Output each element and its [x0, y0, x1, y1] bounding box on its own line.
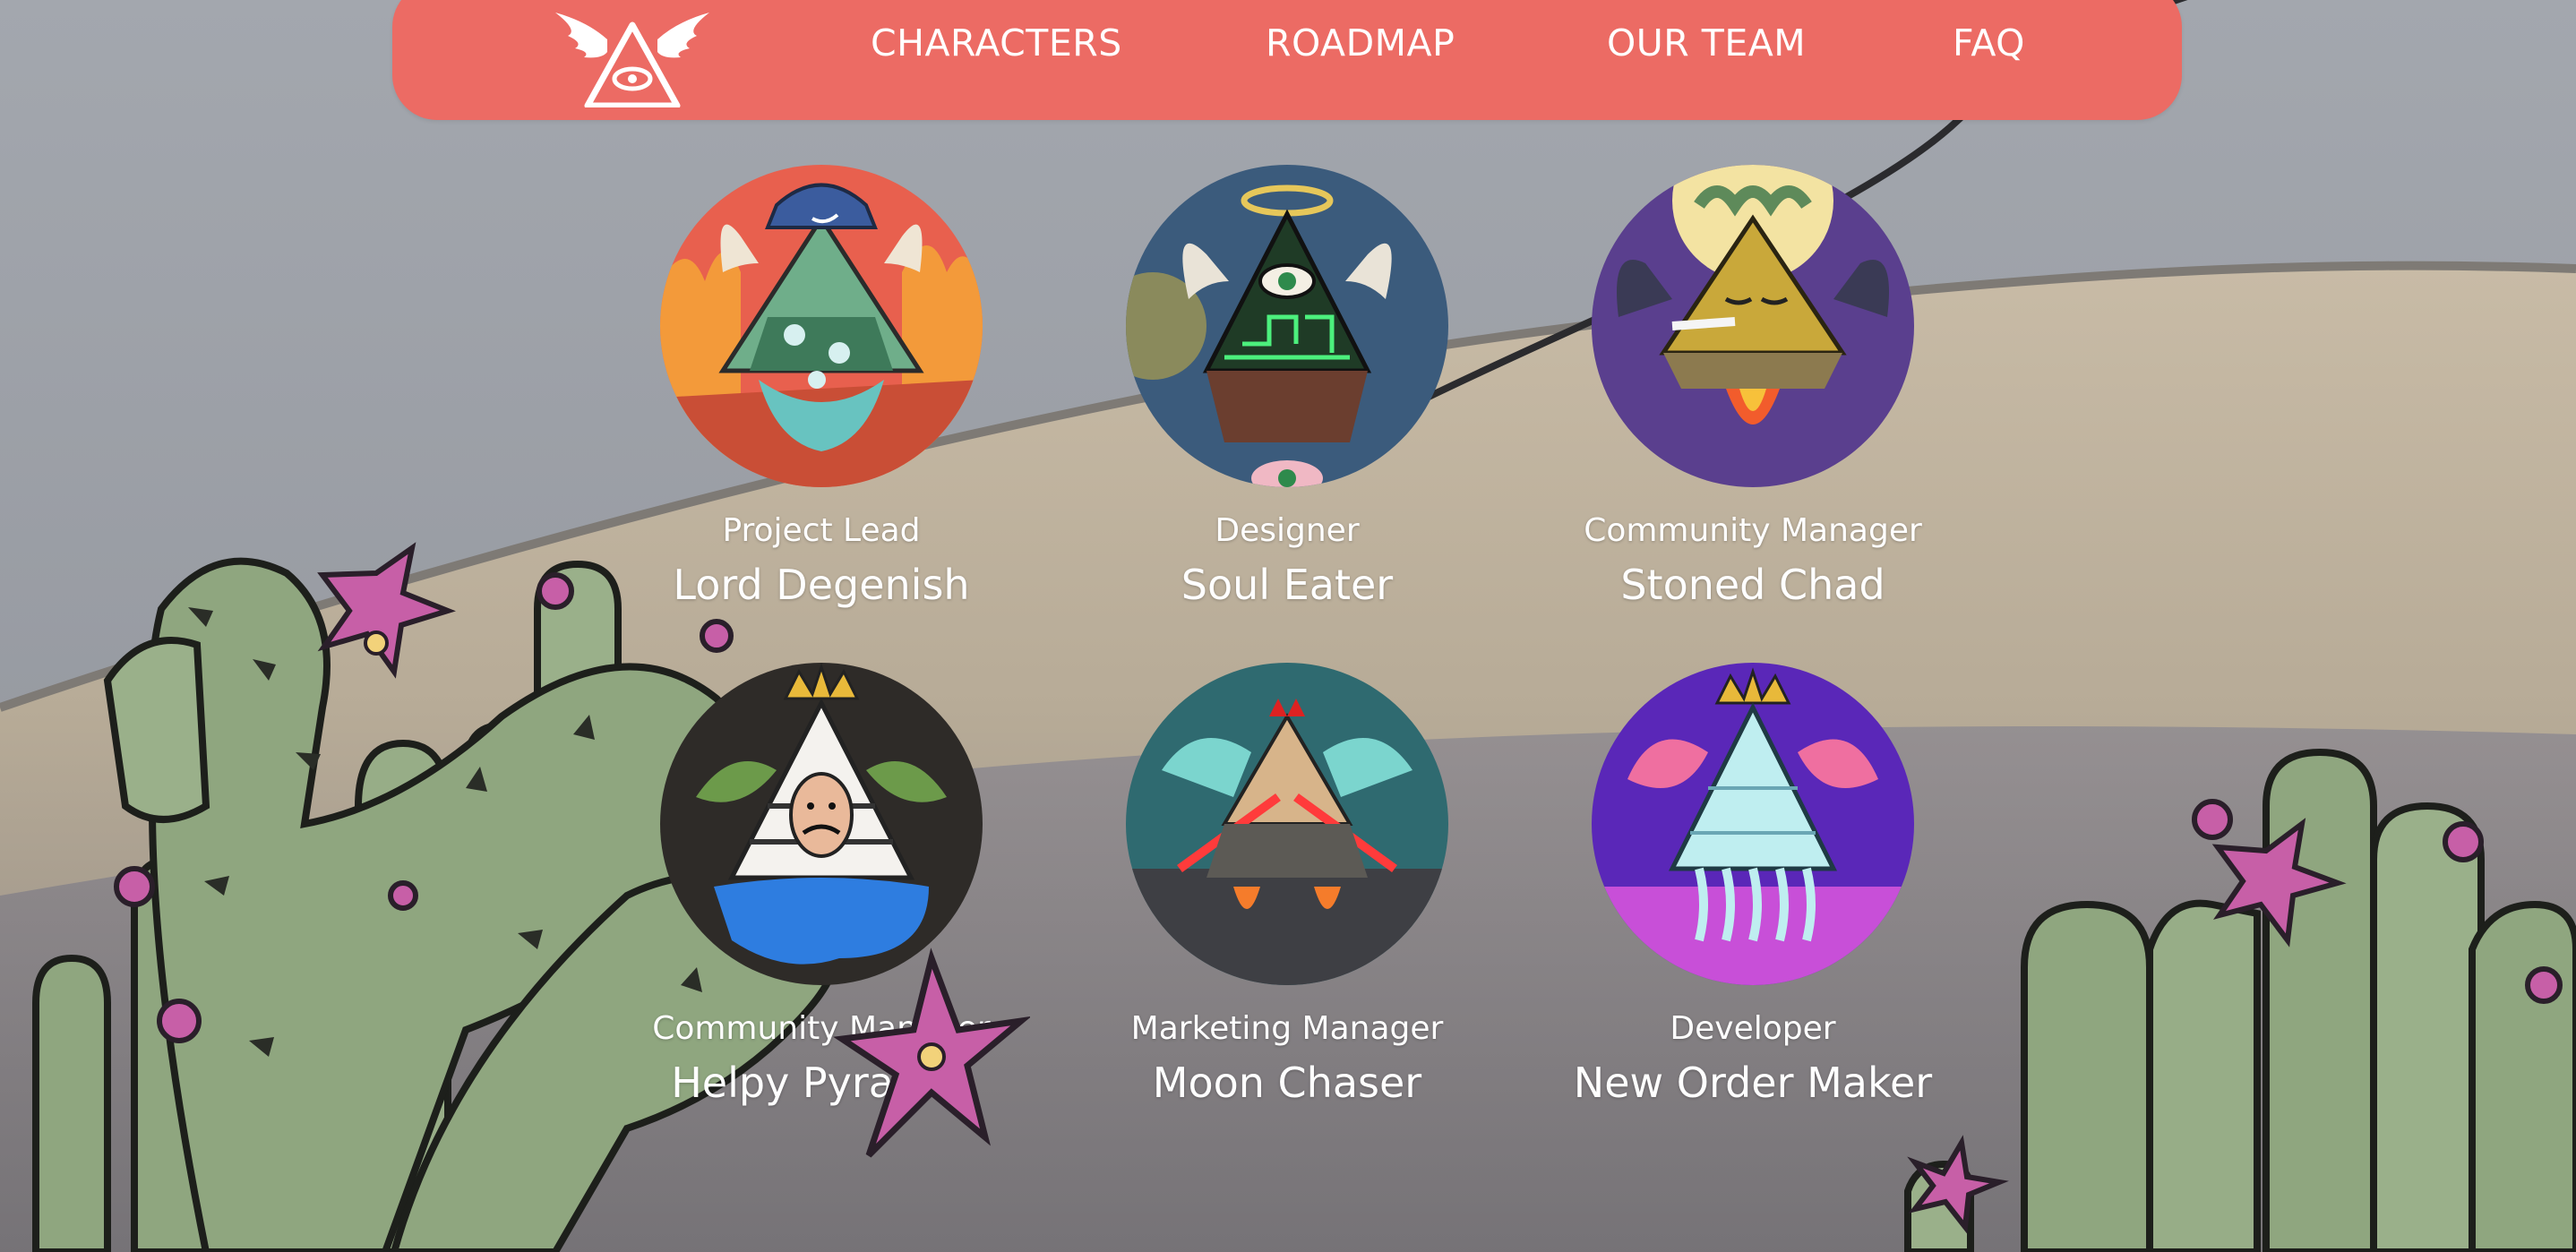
team-member-card: Marketing Manager Moon Chaser — [1054, 663, 1520, 1164]
top-nav: CHARACTERS ROADMAP OUR TEAM FAQ — [392, 0, 2182, 120]
team-member-card: Community Manager Stoned Chad — [1520, 165, 1986, 666]
winged-pyramid-eye-logo-icon[interactable] — [552, 13, 713, 109]
member-name: Helpy Pyramid — [671, 1059, 972, 1107]
member-role: Marketing Manager — [1130, 1010, 1444, 1047]
member-name: Stoned Chad — [1620, 561, 1885, 609]
team-member-card: Community Manager Helpy Pyramid — [588, 663, 1054, 1164]
member-role: Community Manager — [1584, 512, 1922, 549]
member-name: New Order Maker — [1573, 1059, 1933, 1107]
member-name: Soul Eater — [1181, 561, 1394, 609]
member-role: Designer — [1215, 512, 1360, 549]
avatar — [660, 663, 983, 985]
member-name: Moon Chaser — [1152, 1059, 1422, 1107]
avatar — [1592, 165, 1914, 487]
team-member-card: Project Lead Lord Degenish — [588, 165, 1054, 666]
team-member-card: Designer Soul Eater — [1054, 165, 1520, 666]
nav-link-roadmap[interactable]: ROADMAP — [1266, 21, 1455, 64]
nav-link-characters[interactable]: CHARACTERS — [871, 21, 1122, 64]
our-team-page: CHARACTERS ROADMAP OUR TEAM FAQ Project … — [0, 0, 2576, 1252]
member-role: Community Manager — [652, 1010, 991, 1047]
member-role: Project Lead — [722, 512, 921, 549]
nav-link-faq[interactable]: FAQ — [1953, 21, 2025, 64]
avatar — [1126, 663, 1448, 985]
nav-link-our-team[interactable]: OUR TEAM — [1607, 21, 1806, 64]
avatar — [660, 165, 983, 487]
avatar — [1126, 165, 1448, 487]
team-member-card: Developer New Order Maker — [1520, 663, 1986, 1164]
avatar — [1592, 663, 1914, 985]
member-role: Developer — [1670, 1010, 1836, 1047]
member-name: Lord Degenish — [673, 561, 970, 609]
